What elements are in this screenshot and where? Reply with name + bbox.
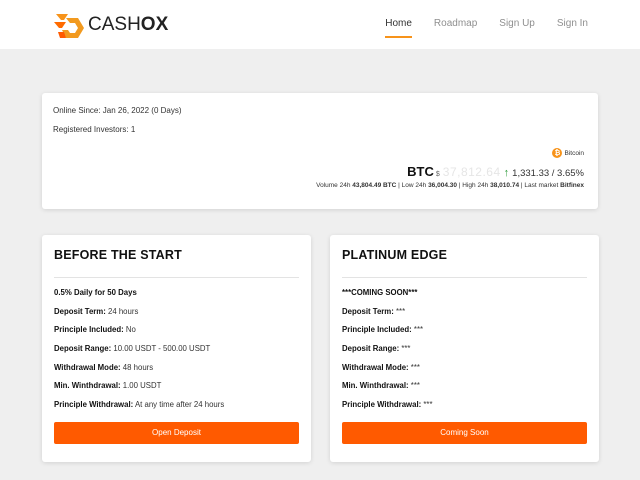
plan-rate: 0.5% Daily for 50 Days	[54, 288, 137, 297]
divider	[342, 277, 587, 278]
site-stats-card: Online Since: Jan 26, 2022 (0 Days) Regi…	[42, 93, 598, 209]
plan-principle-included: Principle Included: No	[54, 325, 136, 335]
registered-investors-text: Registered Investors: 1	[53, 125, 136, 134]
ticker-change: 1,331.33 / 3.65%	[512, 168, 584, 179]
divider	[54, 277, 299, 278]
nav-roadmap[interactable]: Roadmap	[434, 0, 477, 49]
plan-deposit-range: Deposit Range: ***	[342, 344, 411, 354]
market-value: Bitfinex	[560, 182, 584, 189]
plan-card-before-the-start: BEFORE THE START 0.5% Daily for 50 Days …	[42, 235, 311, 462]
plan-withdrawal-mode: Withdrawal Mode: 48 hours	[54, 362, 154, 372]
top-navbar: CASHOX Home Roadmap Sign Up Sign In	[0, 0, 640, 49]
bitcoin-icon: ₿	[552, 148, 563, 158]
volume-label: Volume 24h	[316, 182, 351, 189]
ticker-symbol: BTC	[407, 164, 434, 179]
ticker-price-row: BTC $ 37,812.64 ↑ 1,331.33 / 3.65%	[407, 164, 584, 179]
arrow-up-icon: ↑	[503, 167, 510, 179]
cashox-logo-icon	[54, 14, 84, 38]
site-logo[interactable]: CASHOX	[52, 8, 168, 42]
market-label: Last market	[524, 182, 559, 189]
logo-wordmark: CASHOX	[88, 14, 169, 35]
plan-deposit-term: Deposit Term: ***	[342, 306, 406, 316]
plan-card-platinum-edge: PLATINUM EDGE ***COMING SOON*** Deposit …	[330, 235, 599, 462]
high-label: High 24h	[462, 182, 489, 189]
plan-withdrawal-mode: Withdrawal Mode: ***	[342, 362, 420, 372]
plan-deposit-range: Deposit Range: 10.00 USDT - 500.00 USDT	[54, 344, 211, 354]
plan-min-withdrawal: Min. Winthdrawal: ***	[342, 381, 420, 391]
plan-min-withdrawal: Min. Winthdrawal: 1.00 USDT	[54, 381, 162, 391]
volume-value: 43,804.49 BTC	[352, 182, 397, 189]
ticker-stats: Volume 24h 43,804.49 BTC | Low 24h 36,00…	[316, 182, 584, 189]
plan-details: ***COMING SOON*** Deposit Term: *** Prin…	[342, 287, 433, 418]
ticker-brand-label: Bitcoin	[564, 149, 584, 157]
plan-details: 0.5% Daily for 50 Days Deposit Term: 24 …	[54, 287, 224, 418]
low-value: 36,004.30	[428, 182, 457, 189]
plan-title: BEFORE THE START	[54, 248, 182, 262]
plan-principle-included: Principle Included: ***	[342, 325, 424, 335]
plan-title: PLATINUM EDGE	[342, 248, 448, 262]
online-since-text: Online Since: Jan 26, 2022 (0 Days)	[53, 106, 182, 115]
plan-principle-withdrawal: Principle Withdrawal: At any time after …	[54, 400, 225, 410]
plan-rate: ***COMING SOON***	[342, 288, 418, 297]
nav-sign-up[interactable]: Sign Up	[499, 0, 535, 49]
plan-deposit-term: Deposit Term: 24 hours	[54, 306, 139, 316]
open-deposit-button[interactable]: Open Deposit	[54, 422, 299, 444]
main-nav: Home Roadmap Sign Up Sign In	[363, 0, 588, 49]
coming-soon-button[interactable]: Coming Soon	[342, 422, 587, 444]
plan-principle-withdrawal: Principle Withdrawal: ***	[342, 400, 433, 410]
nav-home[interactable]: Home	[385, 0, 412, 49]
ticker-price: 37,812.64	[442, 165, 501, 179]
high-value: 38,010.74	[490, 182, 520, 189]
nav-sign-in[interactable]: Sign In	[557, 0, 588, 49]
ticker-currency: $	[435, 171, 440, 178]
ticker-brand: ₿ Bitcoin	[552, 148, 584, 158]
low-label: Low 24h	[401, 182, 427, 189]
